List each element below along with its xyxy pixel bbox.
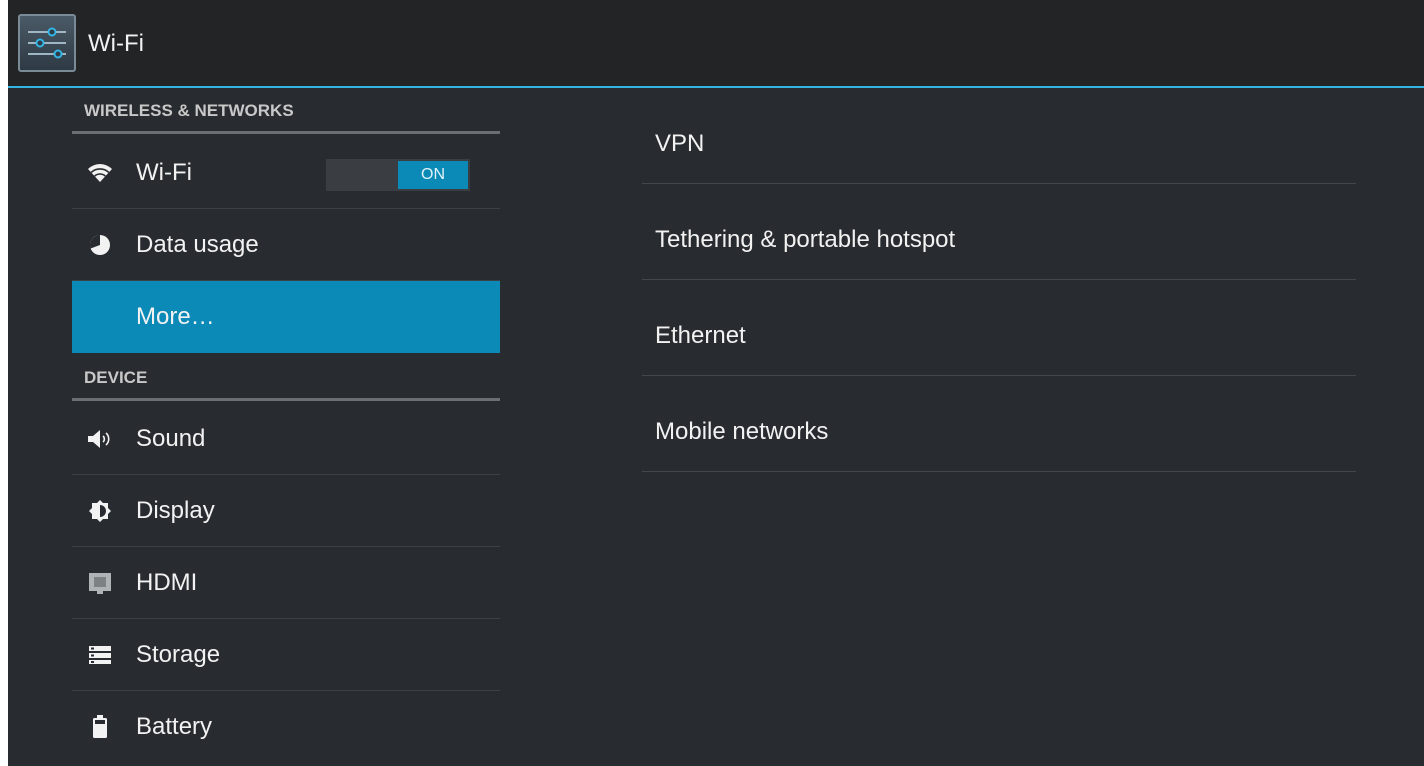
list-item-wifi[interactable]: Wi-Fi ON <box>72 137 500 209</box>
sound-icon <box>86 425 114 453</box>
list-item-label: Data usage <box>136 230 259 258</box>
display-icon <box>86 497 114 525</box>
list-item-label: Storage <box>136 640 221 668</box>
wifi-toggle[interactable]: ON <box>326 159 470 191</box>
section-header-wireless: WIRELESS & NETWORKS <box>72 88 500 134</box>
list-item-label: Sound <box>136 424 206 452</box>
list-item-ethernet[interactable]: Ethernet <box>642 280 1356 376</box>
list-item-label: Tethering & portable hotspot <box>655 226 956 253</box>
list-item-label: VPN <box>655 130 705 157</box>
action-bar: Wi-Fi <box>8 0 1424 88</box>
list-item-battery[interactable]: Battery <box>72 691 500 763</box>
list-item-sound[interactable]: Sound <box>72 403 500 475</box>
list-item-label: Battery <box>136 713 213 740</box>
list-item-label: More… <box>136 303 215 330</box>
battery-icon <box>86 713 114 741</box>
action-bar-title: Wi-Fi <box>88 30 144 57</box>
list-item-mobile-networks[interactable]: Mobile networks <box>642 376 1356 472</box>
list-item-label: Display <box>136 496 215 524</box>
list-item-display[interactable]: Display <box>72 475 500 547</box>
list-item-storage[interactable]: Storage <box>72 619 500 691</box>
list-item-label: Mobile networks <box>655 418 829 445</box>
list-item-tethering[interactable]: Tethering & portable hotspot <box>642 184 1356 280</box>
list-item-vpn[interactable]: VPN <box>642 88 1356 184</box>
list-item-label: Wi-Fi <box>136 158 192 186</box>
settings-sliders-icon[interactable] <box>18 14 76 72</box>
wifi-toggle-on-label: ON <box>398 161 468 189</box>
hdmi-icon <box>86 569 114 597</box>
list-item-label: Ethernet <box>655 322 746 349</box>
list-item-label: HDMI <box>136 568 198 596</box>
data-usage-icon <box>86 231 114 259</box>
section-header-device: DEVICE <box>72 355 500 401</box>
storage-icon <box>86 641 114 669</box>
list-item-data-usage[interactable]: Data usage <box>72 209 500 281</box>
wifi-icon <box>86 159 114 187</box>
list-item-more[interactable]: More… <box>72 281 500 353</box>
list-item-hdmi[interactable]: HDMI <box>72 547 500 619</box>
settings-screen: Wi-Fi WIRELESS & NETWORKS Wi-Fi ON Data … <box>8 0 1424 766</box>
